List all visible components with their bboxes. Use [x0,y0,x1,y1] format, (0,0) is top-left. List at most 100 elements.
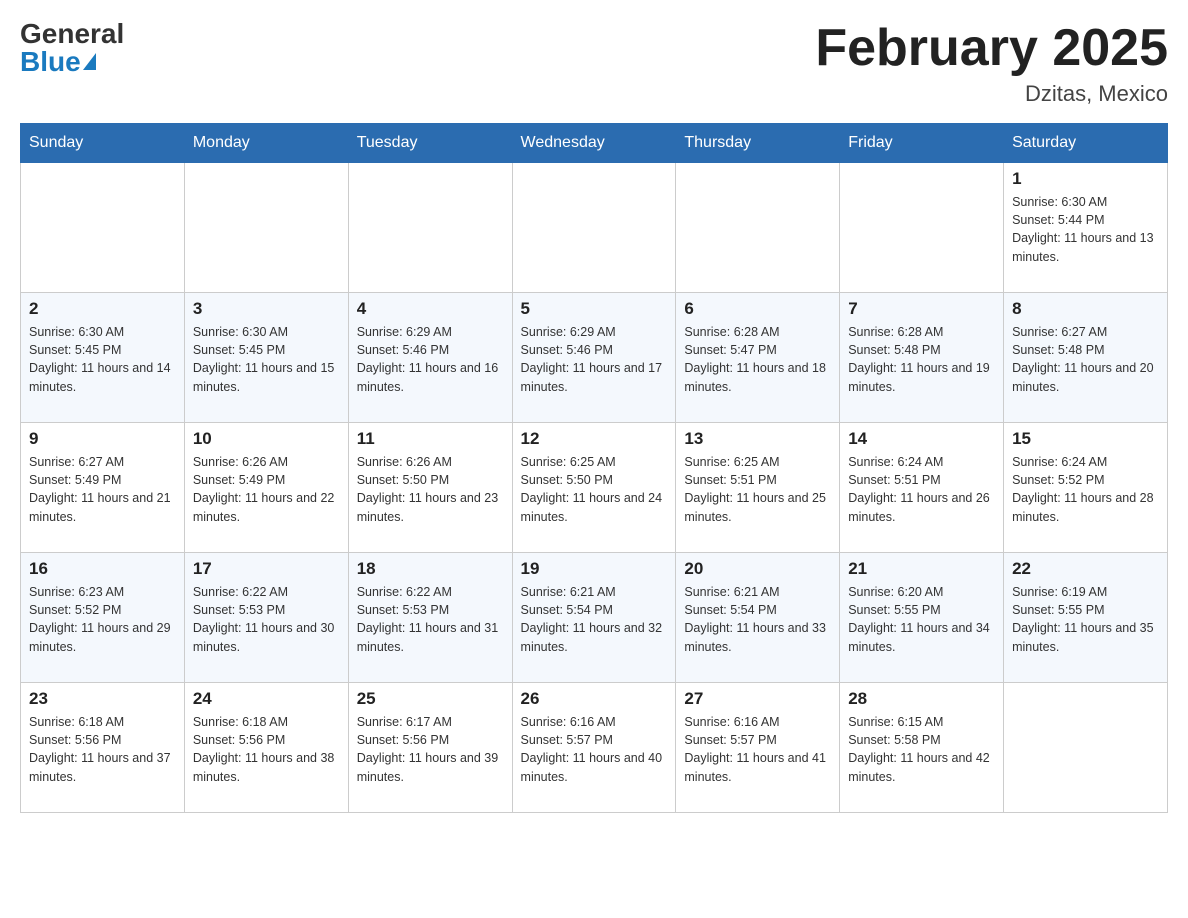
day-number: 22 [1012,559,1159,579]
page-header: General Blue February 2025 Dzitas, Mexic… [20,20,1168,107]
day-number: 2 [29,299,176,319]
day-number: 1 [1012,169,1159,189]
day-number: 19 [521,559,668,579]
calendar-cell: 25 Sunrise: 6:17 AMSunset: 5:56 PMDayligh… [348,683,512,813]
day-info: Sunrise: 6:30 AMSunset: 5:45 PMDaylight:… [29,323,176,396]
day-info: Sunrise: 6:29 AMSunset: 5:46 PMDaylight:… [357,323,504,396]
day-info: Sunrise: 6:15 AMSunset: 5:58 PMDaylight:… [848,713,995,786]
day-info: Sunrise: 6:30 AMSunset: 5:45 PMDaylight:… [193,323,340,396]
day-info: Sunrise: 6:26 AMSunset: 5:50 PMDaylight:… [357,453,504,526]
day-of-week-header: Sunday [21,124,185,163]
logo-general: General [20,20,124,48]
calendar-cell: 23 Sunrise: 6:18 AMSunset: 5:56 PMDayligh… [21,683,185,813]
calendar-cell: 28 Sunrise: 6:15 AMSunset: 5:58 PMDayligh… [840,683,1004,813]
calendar-cell: 22Sunrise: 6:19 AMSunset: 5:55 PMDayligh… [1004,553,1168,683]
calendar-cell: 16 Sunrise: 6:23 AMSunset: 5:52 PMDayligh… [21,553,185,683]
day-of-week-header: Saturday [1004,124,1168,163]
day-number: 18 [357,559,504,579]
day-of-week-header: Monday [184,124,348,163]
day-info: Sunrise: 6:25 AMSunset: 5:50 PMDaylight:… [521,453,668,526]
day-number: 24 [193,689,340,709]
day-info: Sunrise: 6:30 AMSunset: 5:44 PMDaylight:… [1012,193,1159,266]
day-of-week-header: Friday [840,124,1004,163]
day-number: 15 [1012,429,1159,449]
calendar-cell: 7 Sunrise: 6:28 AMSunset: 5:48 PMDaylight… [840,293,1004,423]
day-number: 3 [193,299,340,319]
calendar-cell [21,163,185,293]
day-number: 6 [684,299,831,319]
calendar-cell: 10 Sunrise: 6:26 AMSunset: 5:49 PMDayligh… [184,423,348,553]
calendar-cell: 11 Sunrise: 6:26 AMSunset: 5:50 PMDayligh… [348,423,512,553]
location-subtitle: Dzitas, Mexico [815,81,1168,107]
day-info: Sunrise: 6:27 AMSunset: 5:49 PMDaylight:… [29,453,176,526]
day-number: 8 [1012,299,1159,319]
day-info: Sunrise: 6:22 AMSunset: 5:53 PMDaylight:… [357,583,504,656]
calendar-cell: 8 Sunrise: 6:27 AMSunset: 5:48 PMDaylight… [1004,293,1168,423]
day-info: Sunrise: 6:23 AMSunset: 5:52 PMDaylight:… [29,583,176,656]
day-info: Sunrise: 6:22 AMSunset: 5:53 PMDaylight:… [193,583,340,656]
day-number: 13 [684,429,831,449]
day-number: 11 [357,429,504,449]
calendar-cell: 15 Sunrise: 6:24 AMSunset: 5:52 PMDayligh… [1004,423,1168,553]
day-number: 26 [521,689,668,709]
day-number: 9 [29,429,176,449]
calendar-cell: 13 Sunrise: 6:25 AMSunset: 5:51 PMDayligh… [676,423,840,553]
day-info: Sunrise: 6:24 AMSunset: 5:52 PMDaylight:… [1012,453,1159,526]
day-number: 16 [29,559,176,579]
day-info: Sunrise: 6:29 AMSunset: 5:46 PMDaylight:… [521,323,668,396]
day-of-week-header: Wednesday [512,124,676,163]
calendar-cell: 2 Sunrise: 6:30 AMSunset: 5:45 PMDaylight… [21,293,185,423]
calendar-cell: 14 Sunrise: 6:24 AMSunset: 5:51 PMDayligh… [840,423,1004,553]
logo: General Blue [20,20,124,76]
day-number: 5 [521,299,668,319]
day-number: 4 [357,299,504,319]
calendar-cell: 24 Sunrise: 6:18 AMSunset: 5:56 PMDayligh… [184,683,348,813]
calendar-cell [512,163,676,293]
calendar-cell [840,163,1004,293]
day-info: Sunrise: 6:17 AMSunset: 5:56 PMDaylight:… [357,713,504,786]
day-number: 23 [29,689,176,709]
day-info: Sunrise: 6:16 AMSunset: 5:57 PMDaylight:… [684,713,831,786]
calendar-cell [184,163,348,293]
calendar-cell [676,163,840,293]
day-number: 10 [193,429,340,449]
calendar-cell: 21Sunrise: 6:20 AMSunset: 5:55 PMDayligh… [840,553,1004,683]
calendar-cell: 26Sunrise: 6:16 AMSunset: 5:57 PMDayligh… [512,683,676,813]
day-info: Sunrise: 6:21 AMSunset: 5:54 PMDaylight:… [684,583,831,656]
day-number: 25 [357,689,504,709]
month-year-title: February 2025 [815,20,1168,77]
calendar-cell: 27Sunrise: 6:16 AMSunset: 5:57 PMDayligh… [676,683,840,813]
calendar-cell: 5 Sunrise: 6:29 AMSunset: 5:46 PMDaylight… [512,293,676,423]
day-number: 20 [684,559,831,579]
calendar-header-row: SundayMondayTuesdayWednesdayThursdayFrid… [21,124,1168,163]
day-info: Sunrise: 6:28 AMSunset: 5:48 PMDaylight:… [848,323,995,396]
day-number: 7 [848,299,995,319]
day-number: 14 [848,429,995,449]
calendar-cell [348,163,512,293]
day-info: Sunrise: 6:27 AMSunset: 5:48 PMDaylight:… [1012,323,1159,396]
day-of-week-header: Thursday [676,124,840,163]
day-number: 12 [521,429,668,449]
day-info: Sunrise: 6:26 AMSunset: 5:49 PMDaylight:… [193,453,340,526]
logo-triangle-icon [83,53,96,70]
day-info: Sunrise: 6:25 AMSunset: 5:51 PMDaylight:… [684,453,831,526]
title-section: February 2025 Dzitas, Mexico [815,20,1168,107]
day-info: Sunrise: 6:18 AMSunset: 5:56 PMDaylight:… [193,713,340,786]
calendar-cell: 17 Sunrise: 6:22 AMSunset: 5:53 PMDayligh… [184,553,348,683]
calendar-cell: 19 Sunrise: 6:21 AMSunset: 5:54 PMDayligh… [512,553,676,683]
calendar-cell: 3 Sunrise: 6:30 AMSunset: 5:45 PMDaylight… [184,293,348,423]
calendar-cell: 20 Sunrise: 6:21 AMSunset: 5:54 PMDayligh… [676,553,840,683]
day-of-week-header: Tuesday [348,124,512,163]
day-info: Sunrise: 6:18 AMSunset: 5:56 PMDaylight:… [29,713,176,786]
calendar-cell: 12 Sunrise: 6:25 AMSunset: 5:50 PMDayligh… [512,423,676,553]
day-info: Sunrise: 6:20 AMSunset: 5:55 PMDaylight:… [848,583,995,656]
calendar-table: SundayMondayTuesdayWednesdayThursdayFrid… [20,123,1168,813]
day-info: Sunrise: 6:21 AMSunset: 5:54 PMDaylight:… [521,583,668,656]
calendar-cell: 1 Sunrise: 6:30 AMSunset: 5:44 PMDaylight… [1004,163,1168,293]
calendar-cell: 4 Sunrise: 6:29 AMSunset: 5:46 PMDaylight… [348,293,512,423]
day-info: Sunrise: 6:24 AMSunset: 5:51 PMDaylight:… [848,453,995,526]
logo-text: General Blue [20,20,124,76]
day-number: 28 [848,689,995,709]
day-number: 17 [193,559,340,579]
calendar-cell: 9 Sunrise: 6:27 AMSunset: 5:49 PMDaylight… [21,423,185,553]
